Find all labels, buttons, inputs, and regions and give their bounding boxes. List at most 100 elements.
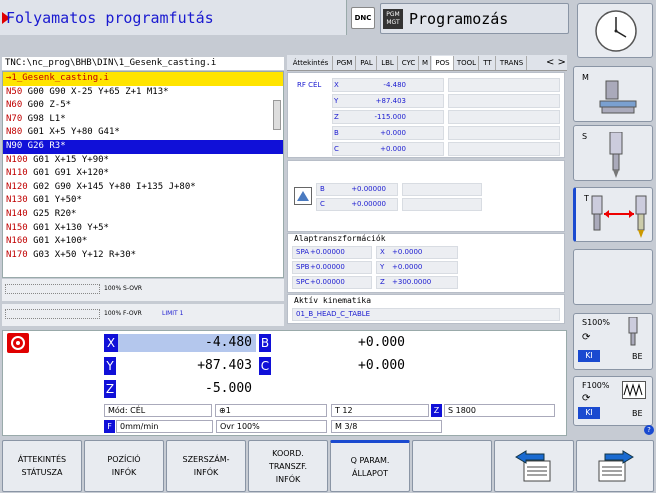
s-override-bar — [5, 284, 100, 294]
bt-bv: +0.0000 — [392, 263, 423, 271]
pos-c: C +0.000 — [259, 357, 409, 375]
block-number: N120 — [6, 181, 28, 192]
pos-x-value: -4.480 — [205, 335, 252, 350]
pos-axis-label: Y — [334, 97, 339, 105]
pos-axis-label: B — [334, 129, 339, 137]
program-line[interactable]: N150 G01 X+130 Y+5* — [3, 222, 283, 236]
tab-trans[interactable]: TRANS — [497, 56, 527, 70]
pos-x: X -4.480 — [104, 334, 256, 352]
basic-transform-panel: Alaptranszformációk SPA +0.00000 X +0.0000 S… — [287, 233, 565, 293]
tab-lbl[interactable]: LBL — [378, 56, 398, 70]
bt-a: SPA — [296, 248, 310, 256]
program-line[interactable]: N70 G98 L1* — [3, 113, 283, 127]
tab-pal[interactable]: PAL — [357, 56, 377, 70]
tab-scroll-arrows-icon[interactable]: < > — [546, 56, 566, 70]
spindle-status-icon — [7, 333, 29, 353]
rot-axis-label: B — [320, 185, 325, 193]
pos-axis-value: +0.000 — [380, 145, 406, 153]
pos-y-value: +87.403 — [197, 358, 252, 373]
side-softkey-f-override[interactable]: F100% ⟳ KI BE — [573, 376, 653, 426]
pos-axis-value: -4.480 — [383, 81, 406, 89]
tab-áttekintés[interactable]: Áttekintés — [289, 56, 333, 70]
tab-tool[interactable]: TOOL — [455, 56, 479, 70]
tab-m[interactable]: M — [420, 56, 431, 70]
block-content: G01 X+100* — [27, 236, 88, 247]
program-line[interactable]: N120 G02 G90 X+145 Y+80 I+135 J+80* — [3, 181, 283, 195]
block-content: G01 X+15 Y+90* — [27, 154, 109, 165]
tool-number-display: ⊕1 — [215, 404, 327, 417]
program-listing[interactable]: →1_Gesenk_casting.i N50 G00 G90 X-25 Y+65… — [2, 71, 284, 278]
pos-row-bg-2 — [448, 110, 560, 124]
pos-z-value: -5.000 — [205, 381, 252, 396]
spindle-small-icon — [628, 317, 638, 346]
bt-b: X — [380, 248, 385, 256]
rotation-panel: B +0.00000 C +0.00000 — [287, 160, 565, 232]
side-softkey-s-override[interactable]: S100% ⟳ KI BE — [573, 313, 653, 370]
block-number: N110 — [6, 168, 28, 179]
softkey-empty[interactable] — [412, 440, 492, 492]
block-number: N170 — [6, 249, 28, 260]
softkey-q-param-status[interactable]: Q PARAM. ÁLLAPOT — [330, 440, 410, 492]
block-number: N160 — [6, 236, 28, 247]
block-number: N50 — [6, 86, 23, 97]
program-name-line[interactable]: →1_Gesenk_casting.i — [3, 72, 283, 86]
f-override-off: KI — [578, 407, 600, 419]
tab-pgm[interactable]: PGM — [334, 56, 356, 70]
dnc-button[interactable]: DNC — [351, 7, 375, 29]
limit-label: LIMIT 1 — [162, 310, 184, 317]
rotate-icon-f: ⟳ — [582, 393, 591, 404]
softkey-tool-info[interactable]: SZERSZÁM- INFÓK — [166, 440, 246, 492]
clock-widget — [577, 3, 653, 58]
kinematics-panel: Aktív kinematika 01_B_HEAD_C_TABLE — [287, 294, 565, 324]
pos-c-value: +0.000 — [358, 358, 405, 373]
tab-pos[interactable]: POS — [432, 56, 454, 70]
feed-icon: F — [104, 420, 115, 433]
programming-mode-button[interactable]: PGM MGT Programozás — [380, 3, 569, 34]
pos-row-bg-2 — [448, 78, 560, 92]
rotation-axis-icon — [294, 187, 312, 205]
program-line[interactable]: N60 G00 Z-5* — [3, 99, 283, 113]
side-softkey-m[interactable]: M — [573, 66, 653, 122]
softkey-page-back[interactable] — [494, 440, 574, 492]
program-line[interactable]: N80 G01 X+5 Y+80 G41* — [3, 126, 283, 140]
bt-bv: +300.0000 — [392, 278, 432, 286]
side-softkey-s[interactable]: S — [573, 125, 653, 181]
program-line[interactable]: N50 G00 G90 X-25 Y+65 Z+1 M13* — [3, 86, 283, 100]
bt-b: Z — [380, 278, 385, 286]
pos-row-bg-2 — [448, 94, 560, 108]
program-line[interactable]: N110 G01 G91 X+120* — [3, 167, 283, 181]
side-softkey-t[interactable]: T — [573, 187, 653, 242]
rot-axis-label: C — [320, 200, 325, 208]
program-line[interactable]: N160 G01 X+100* — [3, 235, 283, 249]
bt-av: +0.00000 — [310, 278, 345, 286]
pos-axis-value: -115.000 — [374, 113, 406, 121]
side-softkey-empty[interactable] — [573, 249, 653, 305]
block-content: G26 R3* — [22, 140, 66, 151]
tab-cyc[interactable]: CYC — [399, 56, 419, 70]
program-scrollbar[interactable] — [273, 100, 281, 130]
program-line[interactable]: N170 G03 X+50 Y+12 R+30* — [3, 249, 283, 263]
rot-axis-value: +0.00000 — [351, 185, 386, 193]
softkey-page-forward[interactable] — [576, 440, 654, 492]
clock-icon — [595, 10, 637, 52]
help-icon[interactable]: ? — [644, 425, 654, 435]
operating-mode-header: Folyamatos programfutás — [0, 0, 347, 35]
rot-row-bg-2 — [402, 198, 482, 211]
block-content: G01 X+130 Y+5* — [27, 222, 109, 233]
kinematics-title: Aktív kinematika — [294, 296, 372, 305]
block-content: G25 R20* — [27, 208, 77, 219]
bt-av: +0.00000 — [310, 263, 345, 271]
program-line[interactable]: N100 G01 X+15 Y+90* — [3, 154, 283, 168]
s-override-display: 100% S-OVR — [2, 279, 284, 301]
program-line[interactable]: N90 G26 R3* — [3, 139, 283, 154]
softkey-position-info[interactable]: POZÍCIÓ INFÓK — [84, 440, 164, 492]
program-line[interactable]: N130 G01 Y+50* — [3, 194, 283, 208]
softkey-status-overview[interactable]: ÁTTEKINTÉS STÁTUSZA — [2, 440, 82, 492]
softkey-coord-transform-info[interactable]: KOORD. TRANSZF. INFÓK — [248, 440, 328, 492]
block-content: G02 G90 X+145 Y+80 I+135 J+80* — [27, 181, 196, 192]
program-line[interactable]: N140 G25 R20* — [3, 208, 283, 222]
bt-a: SPC — [296, 278, 310, 286]
f-override-bar — [5, 309, 100, 319]
tab-tt[interactable]: TT — [480, 56, 496, 70]
f-override-label: 100% F-OVR — [104, 310, 142, 317]
